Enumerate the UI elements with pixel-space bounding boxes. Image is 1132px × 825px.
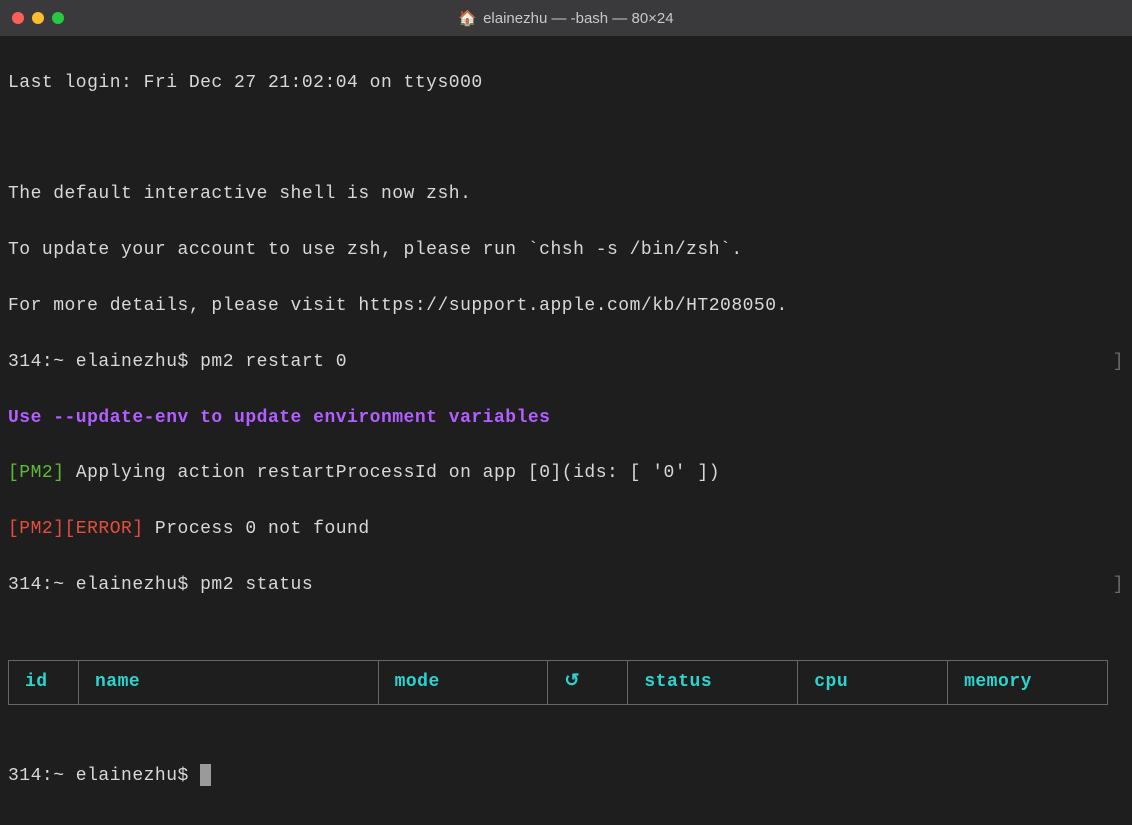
cursor-icon [200,764,211,786]
zsh-notice-line-2: To update your account to use zsh, pleas… [8,237,1124,265]
th-name: name [78,660,378,705]
home-icon: 🏠 [458,9,477,27]
prompt-line-1: 314:~ elainezhu$ pm2 restart 0] [8,349,1124,377]
prompt-3-text: 314:~ elainezhu$ [8,766,200,786]
pm2-status-table: id name mode ↺ status cpu memory [8,660,1108,706]
last-login-line: Last login: Fri Dec 27 21:02:04 on ttys0… [8,70,1124,98]
terminal-body[interactable]: Last login: Fri Dec 27 21:02:04 on ttys0… [0,36,1132,825]
zsh-notice-line-3: For more details, please visit https://s… [8,293,1124,321]
pm2-error-text: Process 0 not found [144,519,370,539]
th-reload: ↺ [548,660,628,705]
pm2-action-line: [PM2] Applying action restartProcessId o… [8,460,1124,488]
pm2-error-prefix: [PM2][ERROR] [8,519,144,539]
zsh-notice-line-1: The default interactive shell is now zsh… [8,181,1124,209]
close-window-button[interactable] [12,12,24,24]
prompt-2-text: 314:~ elainezhu$ pm2 status [8,572,313,600]
th-status: status [628,660,798,705]
window-title: 🏠 elainezhu — -bash — 80×24 [0,9,1132,27]
pm2-prefix: [PM2] [8,463,65,483]
traffic-lights [12,12,64,24]
th-id: id [9,660,79,705]
window-titlebar[interactable]: 🏠 elainezhu — -bash — 80×24 [0,0,1132,36]
prompt-2-right-bracket: ] [1113,572,1124,600]
th-cpu: cpu [798,660,948,705]
pm2-error-line: [PM2][ERROR] Process 0 not found [8,516,1124,544]
prompt-line-3: 314:~ elainezhu$ [8,763,1124,791]
th-memory: memory [948,660,1108,705]
prompt-line-2: 314:~ elainezhu$ pm2 status] [8,572,1124,600]
table-header-row: id name mode ↺ status cpu memory [9,660,1108,705]
th-mode: mode [378,660,548,705]
maximize-window-button[interactable] [52,12,64,24]
minimize-window-button[interactable] [32,12,44,24]
prompt-1-text: 314:~ elainezhu$ pm2 restart 0 [8,349,347,377]
pm2-action-text: Applying action restartProcessId on app … [65,463,721,483]
pm2-env-hint: Use --update-env to update environment v… [8,405,1124,433]
blank-line [8,126,1124,154]
window-title-text: elainezhu — -bash — 80×24 [483,10,674,27]
prompt-1-right-bracket: ] [1113,349,1124,377]
